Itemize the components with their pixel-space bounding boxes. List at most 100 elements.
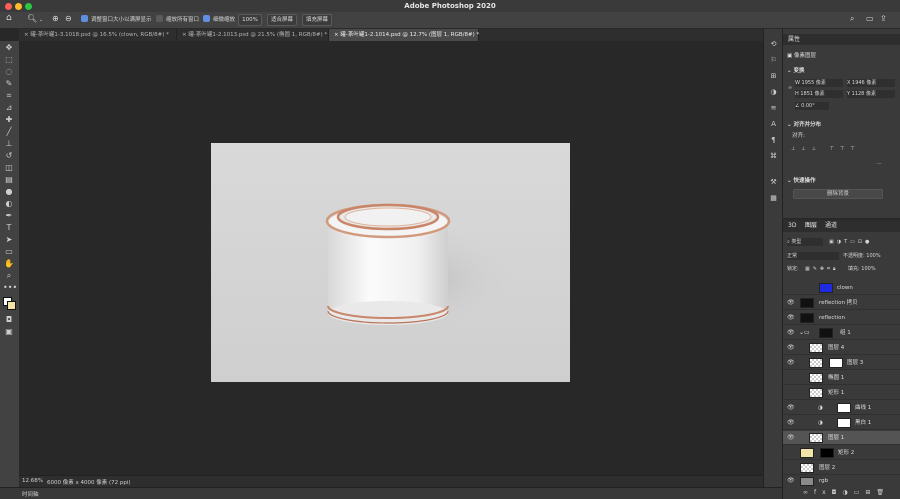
tab-document-1[interactable]: × 罐-茶叶罐1-3.1018.psd @ 16.5% (clown, RGB/… <box>19 29 177 41</box>
new-layer-icon[interactable]: ⊞ <box>865 489 876 496</box>
hand-tool-icon[interactable]: ✋ <box>3 259 15 269</box>
path-select-icon[interactable]: ➤ <box>3 235 15 245</box>
tab-channels[interactable]: 通道 <box>825 220 837 231</box>
layer-row-clown[interactable]: clown <box>783 281 900 295</box>
align-section-title[interactable]: ⌄ 对齐并分布 <box>787 120 821 128</box>
tab-3d[interactable]: 3D <box>788 220 796 231</box>
eye-icon[interactable]: 👁︎ <box>787 404 795 412</box>
share-icon[interactable]: ⇪ <box>880 13 887 24</box>
more-tools-icon[interactable]: ••• <box>3 283 17 293</box>
layer-row-layer-4[interactable]: 👁︎ 图层 4 <box>783 341 900 355</box>
layer-row-group-1[interactable]: 👁︎ ⌄▭ 组 1 <box>783 326 900 340</box>
zoom-tool-icon-2[interactable]: ⌕ <box>3 271 15 281</box>
add-mask-icon[interactable]: ◘ <box>832 489 843 496</box>
layer-row-ellipse-1[interactable]: 椭圆 1 <box>783 371 900 385</box>
layer-row-rect-1[interactable]: 矩形 1 <box>783 386 900 400</box>
resize-windows-checkbox[interactable]: 调整窗口大小以满屏显示 <box>81 15 152 26</box>
search-icon[interactable]: ⌕ <box>850 13 854 24</box>
eye-icon[interactable]: 👁︎ <box>787 434 795 442</box>
layer-row-bw-1[interactable]: 👁︎ ◑ 黑白 1 <box>783 416 900 430</box>
paragraph-panel-icon[interactable]: ¶ <box>768 135 779 145</box>
layer-row-reflection-copy[interactable]: 👁︎ reflection 拷贝 <box>783 296 900 310</box>
layer-row-reflection[interactable]: 👁︎ reflection <box>783 311 900 325</box>
link-icon[interactable]: ∞ <box>788 84 792 92</box>
color-panel-icon[interactable]: ⚐ <box>768 55 779 65</box>
home-icon[interactable]: ⌂ <box>6 13 12 24</box>
new-group-icon[interactable]: ▭ <box>854 489 866 496</box>
fx-icon[interactable]: fx <box>814 489 832 496</box>
eye-icon[interactable]: 👁︎ <box>787 329 795 337</box>
width-field[interactable]: W 1955 像素 <box>795 79 843 87</box>
eye-icon[interactable]: 👁︎ <box>787 359 795 367</box>
tool-presets-icon[interactable]: ⚒ <box>768 177 779 187</box>
adjustment-layer-icon[interactable]: ◑ <box>842 489 853 496</box>
y-field[interactable]: Y 1128 像素 <box>847 90 895 98</box>
blur-tool-icon[interactable]: ● <box>3 187 15 197</box>
brush-tool-icon[interactable]: ╱ <box>3 127 15 137</box>
layer-row-curves-1[interactable]: 👁︎ ◑ 曲线 1 <box>783 401 900 415</box>
layer-row-layer-3[interactable]: 👁︎ 图层 3 <box>783 356 900 370</box>
height-field[interactable]: H 1851 像素 <box>795 90 843 98</box>
adjustments-panel-icon[interactable]: ◑ <box>768 87 779 97</box>
blend-mode-select[interactable]: 正常 <box>787 252 839 260</box>
clone-stamp-icon[interactable]: ⊥ <box>3 139 15 149</box>
glyphs-panel-icon[interactable]: ⌘ <box>768 151 779 161</box>
link-layers-icon[interactable]: ∞ <box>803 489 814 496</box>
dodge-tool-icon[interactable]: ◐ <box>3 199 15 209</box>
fit-screen-button[interactable]: 适合屏幕 <box>267 14 297 26</box>
zoom-in-icon[interactable]: ⊕ <box>52 13 59 24</box>
lasso-tool-icon[interactable]: ◌ <box>3 67 15 77</box>
brush-settings-icon[interactable]: ▦ <box>768 193 779 203</box>
filter-icons[interactable]: ▣◑T▭⊡● <box>829 238 872 246</box>
crop-tool-icon[interactable]: ⌗ <box>3 91 15 101</box>
workspace-icon[interactable]: ▭ <box>866 13 874 24</box>
move-tool-icon[interactable]: ✥ <box>3 43 15 53</box>
transform-section-title[interactable]: ⌄ 变换 <box>787 66 805 74</box>
remove-background-button[interactable]: 删除背景 <box>793 189 883 199</box>
quick-select-icon[interactable]: ✎ <box>3 79 15 89</box>
timeline-tab[interactable]: 时间轴 <box>22 490 39 498</box>
align-buttons-row[interactable]: ⊥⊥⊥ ⊤⊤⊤ <box>791 145 891 153</box>
quick-actions-title[interactable]: ⌄ 快速操作 <box>787 176 816 184</box>
eye-icon[interactable]: 👁︎ <box>787 344 795 352</box>
folder-icon[interactable]: ⌄▭ <box>799 326 810 340</box>
layer-row-rect-2[interactable]: 矩形 2 <box>783 446 900 460</box>
screen-mode-icon[interactable]: ▣ <box>3 327 15 337</box>
layer-row-layer-2[interactable]: 图层 2 <box>783 461 900 475</box>
document-canvas[interactable] <box>211 143 570 382</box>
eraser-icon[interactable]: ◫ <box>3 163 15 173</box>
history-panel-icon[interactable]: ⟲ <box>768 39 779 49</box>
opacity-field[interactable]: 不透明度: 100% <box>843 252 881 260</box>
fill-field[interactable]: 填充: 100% <box>848 265 876 273</box>
tab-layers[interactable]: 图层 <box>805 220 817 231</box>
scrubby-zoom-checkbox[interactable]: 细微缩放 <box>203 15 235 26</box>
healing-brush-icon[interactable]: ✚ <box>3 115 15 125</box>
zoom-level[interactable]: 12.68% <box>22 478 43 484</box>
quick-mask-icon[interactable]: ◘ <box>3 315 15 325</box>
history-brush-icon[interactable]: ↺ <box>3 151 15 161</box>
marquee-tool-icon[interactable]: ⬚ <box>3 55 15 65</box>
gradient-tool-icon[interactable]: ▤ <box>3 175 15 185</box>
zoom-tool-icon[interactable]: 🔍︎ <box>27 13 37 24</box>
chevron-down-icon[interactable]: ⌄ <box>39 15 43 26</box>
zoom-100-button[interactable]: 100% <box>238 14 262 26</box>
lock-icons[interactable]: ▦✎✥⌗🔒︎ <box>805 265 839 273</box>
channels-panel-icon[interactable]: ≋ <box>768 103 779 113</box>
layer-row-rgb[interactable]: 👁︎ rgb <box>783 476 900 487</box>
angle-field[interactable]: ∠ 0.00° <box>795 102 829 110</box>
fill-screen-button[interactable]: 填充屏幕 <box>302 14 332 26</box>
swatches-panel-icon[interactable]: ⊞ <box>768 71 779 81</box>
x-field[interactable]: X 1946 像素 <box>847 79 895 87</box>
zoom-out-icon[interactable]: ⊖ <box>65 13 72 24</box>
character-panel-icon[interactable]: A <box>768 119 779 129</box>
layer-filter-select[interactable]: ⌕ 类型 <box>787 238 823 246</box>
properties-tab[interactable]: 属性 <box>783 34 900 45</box>
zoom-all-windows-checkbox[interactable]: 缩放所有窗口 <box>156 15 199 26</box>
eye-icon[interactable]: 👁︎ <box>787 419 795 427</box>
tab-document-2[interactable]: × 罐-茶叶罐1-2.1013.psd @ 21.5% (椭圆 1, RGB/8… <box>177 29 329 41</box>
trash-icon[interactable]: 🗑︎ <box>876 489 890 496</box>
background-color-swatch[interactable] <box>7 301 16 310</box>
pen-tool-icon[interactable]: ✒ <box>3 211 15 221</box>
rectangle-tool-icon[interactable]: ▭ <box>3 247 15 257</box>
tab-document-3[interactable]: × 罐-茶叶罐1-2.1014.psd @ 12.7% (图层 1, RGB/8… <box>329 29 479 41</box>
